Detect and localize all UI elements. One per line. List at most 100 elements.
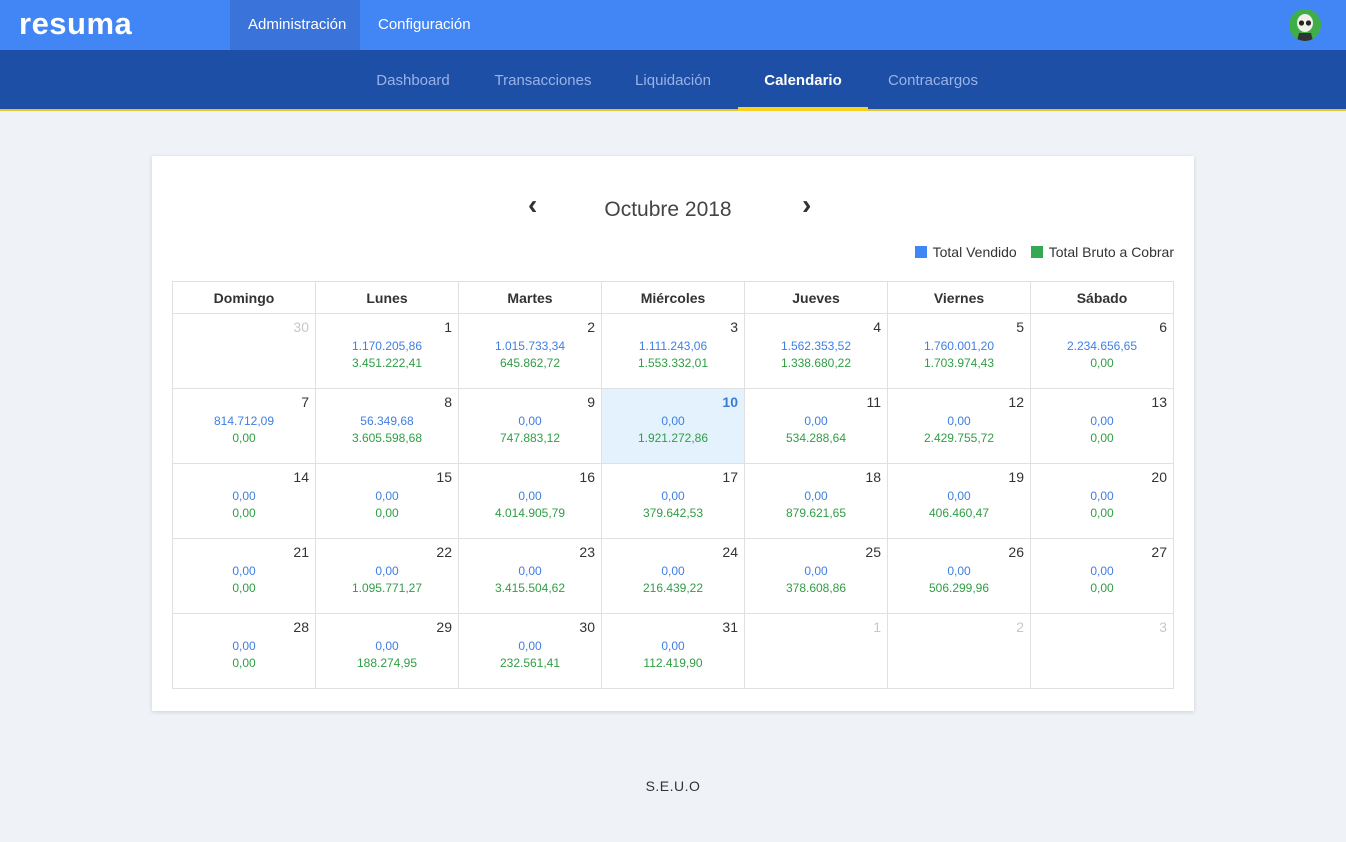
calendar-day[interactable]: 4 1.562.353,52 1.338.680,22 bbox=[744, 313, 888, 389]
day-number: 17 bbox=[722, 469, 738, 485]
calendar-day[interactable]: 15 0,00 0,00 bbox=[315, 463, 459, 539]
calendar-day[interactable]: 5 1.760.001,20 1.703.974,43 bbox=[887, 313, 1031, 389]
calendar-day[interactable]: 26 0,00 506.299,96 bbox=[887, 538, 1031, 614]
calendar-week-row: 14 0,00 0,00 15 0,00 0,00 16 0,00 4.014.905,79 17… bbox=[172, 463, 1174, 539]
day-number: 19 bbox=[1008, 469, 1024, 485]
day-number: 30 bbox=[293, 319, 309, 335]
calendar-day[interactable]: 19 0,00 406.460,47 bbox=[887, 463, 1031, 539]
total-bruto-value: 1.095.771,27 bbox=[351, 581, 423, 595]
day-number: 9 bbox=[587, 394, 595, 410]
legend-item-bruto: Total Bruto a Cobrar bbox=[1030, 244, 1174, 260]
total-bruto-value: 1.553.332,01 bbox=[637, 356, 709, 370]
calendar-day-today[interactable]: 10 0,00 1.921.272,86 bbox=[601, 388, 745, 464]
total-vendido-value: 1.111.243,06 bbox=[638, 339, 708, 353]
user-avatar-icon[interactable] bbox=[1289, 9, 1321, 41]
total-vendido-value: 0,00 bbox=[661, 414, 685, 428]
tab-dashboard[interactable]: Dashboard bbox=[348, 50, 478, 109]
calendar-week-row: 30 1 1.170.205,86 3.451.222,41 2 1.015.733,34… bbox=[172, 313, 1174, 389]
calendar-day[interactable]: 12 0,00 2.429.755,72 bbox=[887, 388, 1031, 464]
calendar-day[interactable]: 1 1.170.205,86 3.451.222,41 bbox=[315, 313, 459, 389]
total-vendido-value: 1.015.733,34 bbox=[494, 339, 566, 353]
tab-transacciones[interactable]: Transacciones bbox=[478, 50, 608, 109]
total-vendido-value: 0,00 bbox=[947, 489, 971, 503]
calendar-day[interactable]: 16 0,00 4.014.905,79 bbox=[458, 463, 602, 539]
legend-label-bruto: Total Bruto a Cobrar bbox=[1048, 244, 1174, 260]
calendar-day[interactable]: 22 0,00 1.095.771,27 bbox=[315, 538, 459, 614]
calendar-week-row: 28 0,00 0,00 29 0,00 188.274,95 30 0,00 232.561,… bbox=[172, 613, 1174, 689]
calendar-day[interactable]: 24 0,00 216.439,22 bbox=[601, 538, 745, 614]
calendar-day[interactable]: 2 1.015.733,34 645.862,72 bbox=[458, 313, 602, 389]
total-vendido-value: 1.760.001,20 bbox=[923, 339, 995, 353]
calendar-day[interactable]: 21 0,00 0,00 bbox=[172, 538, 316, 614]
weekday-header: Jueves bbox=[744, 281, 888, 314]
legend: Total Vendido Total Bruto a Cobrar bbox=[901, 244, 1174, 260]
weekday-header: Lunes bbox=[315, 281, 459, 314]
calendar-day[interactable]: 2 bbox=[887, 613, 1031, 689]
total-bruto-value: 0,00 bbox=[1090, 431, 1114, 445]
app-logo[interactable]: resuma bbox=[19, 6, 132, 42]
total-vendido-value: 0,00 bbox=[804, 414, 828, 428]
day-number: 2 bbox=[1016, 619, 1024, 635]
weekday-header: Martes bbox=[458, 281, 602, 314]
legend-item-vendido: Total Vendido bbox=[914, 244, 1017, 260]
total-bruto-value: 3.605.598,68 bbox=[351, 431, 423, 445]
tab-calendario[interactable]: Calendario bbox=[738, 50, 868, 111]
total-bruto-value: 1.703.974,43 bbox=[923, 356, 995, 370]
top-nav: Administración Configuración bbox=[230, 0, 489, 50]
calendar-day[interactable]: 14 0,00 0,00 bbox=[172, 463, 316, 539]
calendar-day[interactable]: 29 0,00 188.274,95 bbox=[315, 613, 459, 689]
total-vendido-value: 0,00 bbox=[232, 564, 256, 578]
total-bruto-value: 2.429.755,72 bbox=[923, 431, 995, 445]
top-bar: resuma Administración Configuración bbox=[0, 0, 1346, 50]
calendar-day[interactable]: 3 bbox=[1030, 613, 1174, 689]
total-bruto-value: 1.338.680,22 bbox=[780, 356, 852, 370]
total-bruto-value: 188.274,95 bbox=[356, 656, 418, 670]
calendar-day[interactable]: 30 bbox=[172, 313, 316, 389]
total-vendido-value: 814.712,09 bbox=[213, 414, 275, 428]
calendar-day[interactable]: 18 0,00 879.621,65 bbox=[744, 463, 888, 539]
total-vendido-value: 0,00 bbox=[947, 564, 971, 578]
chevron-right-icon[interactable]: › bbox=[802, 190, 811, 220]
topnav-configuracion[interactable]: Configuración bbox=[360, 0, 489, 50]
calendar-day[interactable]: 9 0,00 747.883,12 bbox=[458, 388, 602, 464]
calendar-day[interactable]: 11 0,00 534.288,64 bbox=[744, 388, 888, 464]
day-number: 7 bbox=[301, 394, 309, 410]
calendar-day[interactable]: 25 0,00 378.608,86 bbox=[744, 538, 888, 614]
calendar-day[interactable]: 6 2.234.656,65 0,00 bbox=[1030, 313, 1174, 389]
total-bruto-value: 534.288,64 bbox=[785, 431, 847, 445]
calendar-day[interactable]: 20 0,00 0,00 bbox=[1030, 463, 1174, 539]
day-number: 28 bbox=[293, 619, 309, 635]
total-bruto-value: 506.299,96 bbox=[928, 581, 990, 595]
calendar-grid: Domingo Lunes Martes Miércoles Jueves Viernes… bbox=[172, 281, 1174, 689]
calendar-day[interactable]: 28 0,00 0,00 bbox=[172, 613, 316, 689]
day-number: 12 bbox=[1008, 394, 1024, 410]
calendar-day[interactable]: 3 1.111.243,06 1.553.332,01 bbox=[601, 313, 745, 389]
day-number: 30 bbox=[579, 619, 595, 635]
total-bruto-value: 0,00 bbox=[232, 506, 256, 520]
calendar-day[interactable]: 27 0,00 0,00 bbox=[1030, 538, 1174, 614]
total-vendido-value: 0,00 bbox=[804, 489, 828, 503]
chevron-left-icon[interactable]: ‹ bbox=[528, 190, 537, 220]
total-vendido-value: 0,00 bbox=[518, 489, 542, 503]
day-number: 21 bbox=[293, 544, 309, 560]
calendar-day[interactable]: 1 bbox=[744, 613, 888, 689]
total-bruto-value: 3.415.504,62 bbox=[494, 581, 566, 595]
topnav-administracion[interactable]: Administración bbox=[230, 0, 360, 50]
total-vendido-value: 0,00 bbox=[1090, 564, 1114, 578]
day-number: 11 bbox=[866, 394, 881, 410]
tab-liquidacion[interactable]: Liquidación bbox=[608, 50, 738, 109]
day-number: 25 bbox=[865, 544, 881, 560]
total-bruto-value: 0,00 bbox=[232, 656, 256, 670]
calendar-day[interactable]: 31 0,00 112.419,90 bbox=[601, 613, 745, 689]
calendar-day[interactable]: 23 0,00 3.415.504,62 bbox=[458, 538, 602, 614]
calendar-day[interactable]: 17 0,00 379.642,53 bbox=[601, 463, 745, 539]
calendar-body: 30 1 1.170.205,86 3.451.222,41 2 1.015.733,34… bbox=[172, 313, 1174, 689]
calendar-day[interactable]: 13 0,00 0,00 bbox=[1030, 388, 1174, 464]
footer-text: S.E.U.O bbox=[645, 778, 701, 794]
calendar-day[interactable]: 30 0,00 232.561,41 bbox=[458, 613, 602, 689]
tab-contracargos[interactable]: Contracargos bbox=[868, 50, 998, 109]
day-number: 18 bbox=[865, 469, 881, 485]
calendar-day[interactable]: 7 814.712,09 0,00 bbox=[172, 388, 316, 464]
calendar-day[interactable]: 8 56.349,68 3.605.598,68 bbox=[315, 388, 459, 464]
total-vendido-value: 0,00 bbox=[518, 414, 542, 428]
